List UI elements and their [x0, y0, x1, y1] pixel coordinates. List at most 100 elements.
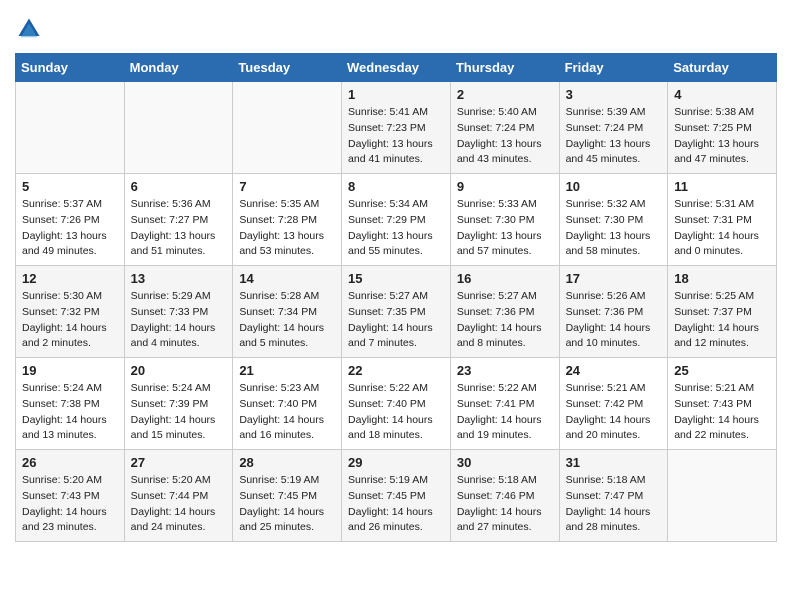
sunset-text: Sunset: 7:43 PM — [674, 398, 752, 410]
day-info: Sunrise: 5:38 AM Sunset: 7:25 PM Dayligh… — [674, 105, 770, 168]
day-number: 3 — [566, 87, 662, 102]
day-number: 13 — [131, 271, 227, 286]
sunset-text: Sunset: 7:42 PM — [566, 398, 644, 410]
day-info: Sunrise: 5:22 AM Sunset: 7:41 PM Dayligh… — [457, 381, 553, 444]
day-number: 26 — [22, 455, 118, 470]
sunset-text: Sunset: 7:35 PM — [348, 306, 426, 318]
day-info: Sunrise: 5:34 AM Sunset: 7:29 PM Dayligh… — [348, 197, 444, 260]
daylight-text: Daylight: 14 hours and 25 minutes. — [239, 506, 324, 534]
sunset-text: Sunset: 7:24 PM — [566, 122, 644, 134]
calendar-header-row: SundayMondayTuesdayWednesdayThursdayFrid… — [16, 54, 777, 82]
calendar-day-header: Sunday — [16, 54, 125, 82]
day-info: Sunrise: 5:26 AM Sunset: 7:36 PM Dayligh… — [566, 289, 662, 352]
calendar-week-row: 1 Sunrise: 5:41 AM Sunset: 7:23 PM Dayli… — [16, 82, 777, 174]
calendar-cell — [668, 450, 777, 542]
daylight-text: Daylight: 14 hours and 4 minutes. — [131, 322, 216, 350]
sunrise-text: Sunrise: 5:21 AM — [566, 382, 646, 394]
calendar-cell: 18 Sunrise: 5:25 AM Sunset: 7:37 PM Dayl… — [668, 266, 777, 358]
sunrise-text: Sunrise: 5:19 AM — [348, 474, 428, 486]
sunrise-text: Sunrise: 5:29 AM — [131, 290, 211, 302]
day-number: 30 — [457, 455, 553, 470]
sunrise-text: Sunrise: 5:38 AM — [674, 106, 754, 118]
calendar-cell: 23 Sunrise: 5:22 AM Sunset: 7:41 PM Dayl… — [450, 358, 559, 450]
sunrise-text: Sunrise: 5:36 AM — [131, 198, 211, 210]
daylight-text: Daylight: 13 hours and 49 minutes. — [22, 230, 107, 258]
sunset-text: Sunset: 7:33 PM — [131, 306, 209, 318]
sunrise-text: Sunrise: 5:19 AM — [239, 474, 319, 486]
sunset-text: Sunset: 7:27 PM — [131, 214, 209, 226]
calendar-cell: 1 Sunrise: 5:41 AM Sunset: 7:23 PM Dayli… — [342, 82, 451, 174]
calendar-cell: 13 Sunrise: 5:29 AM Sunset: 7:33 PM Dayl… — [124, 266, 233, 358]
calendar-table: SundayMondayTuesdayWednesdayThursdayFrid… — [15, 53, 777, 542]
calendar-week-row: 26 Sunrise: 5:20 AM Sunset: 7:43 PM Dayl… — [16, 450, 777, 542]
calendar-cell: 26 Sunrise: 5:20 AM Sunset: 7:43 PM Dayl… — [16, 450, 125, 542]
day-number: 20 — [131, 363, 227, 378]
day-number: 15 — [348, 271, 444, 286]
daylight-text: Daylight: 13 hours and 41 minutes. — [348, 138, 433, 166]
sunset-text: Sunset: 7:30 PM — [457, 214, 535, 226]
sunrise-text: Sunrise: 5:22 AM — [348, 382, 428, 394]
daylight-text: Daylight: 14 hours and 19 minutes. — [457, 414, 542, 442]
daylight-text: Daylight: 14 hours and 20 minutes. — [566, 414, 651, 442]
day-number: 23 — [457, 363, 553, 378]
calendar-cell: 25 Sunrise: 5:21 AM Sunset: 7:43 PM Dayl… — [668, 358, 777, 450]
sunset-text: Sunset: 7:31 PM — [674, 214, 752, 226]
calendar-cell: 10 Sunrise: 5:32 AM Sunset: 7:30 PM Dayl… — [559, 174, 668, 266]
sunrise-text: Sunrise: 5:34 AM — [348, 198, 428, 210]
sunrise-text: Sunrise: 5:20 AM — [131, 474, 211, 486]
daylight-text: Daylight: 13 hours and 43 minutes. — [457, 138, 542, 166]
daylight-text: Daylight: 14 hours and 27 minutes. — [457, 506, 542, 534]
daylight-text: Daylight: 14 hours and 0 minutes. — [674, 230, 759, 258]
calendar-cell: 9 Sunrise: 5:33 AM Sunset: 7:30 PM Dayli… — [450, 174, 559, 266]
calendar-day-header: Saturday — [668, 54, 777, 82]
day-info: Sunrise: 5:27 AM Sunset: 7:35 PM Dayligh… — [348, 289, 444, 352]
daylight-text: Daylight: 14 hours and 28 minutes. — [566, 506, 651, 534]
calendar-cell: 3 Sunrise: 5:39 AM Sunset: 7:24 PM Dayli… — [559, 82, 668, 174]
sunset-text: Sunset: 7:24 PM — [457, 122, 535, 134]
sunset-text: Sunset: 7:44 PM — [131, 490, 209, 502]
day-number: 14 — [239, 271, 335, 286]
day-info: Sunrise: 5:31 AM Sunset: 7:31 PM Dayligh… — [674, 197, 770, 260]
sunrise-text: Sunrise: 5:30 AM — [22, 290, 102, 302]
calendar-week-row: 5 Sunrise: 5:37 AM Sunset: 7:26 PM Dayli… — [16, 174, 777, 266]
daylight-text: Daylight: 14 hours and 7 minutes. — [348, 322, 433, 350]
calendar-cell: 31 Sunrise: 5:18 AM Sunset: 7:47 PM Dayl… — [559, 450, 668, 542]
day-number: 25 — [674, 363, 770, 378]
day-info: Sunrise: 5:33 AM Sunset: 7:30 PM Dayligh… — [457, 197, 553, 260]
sunset-text: Sunset: 7:37 PM — [674, 306, 752, 318]
day-info: Sunrise: 5:40 AM Sunset: 7:24 PM Dayligh… — [457, 105, 553, 168]
day-number: 12 — [22, 271, 118, 286]
day-info: Sunrise: 5:20 AM Sunset: 7:43 PM Dayligh… — [22, 473, 118, 536]
calendar-cell: 4 Sunrise: 5:38 AM Sunset: 7:25 PM Dayli… — [668, 82, 777, 174]
calendar-day-header: Friday — [559, 54, 668, 82]
sunrise-text: Sunrise: 5:28 AM — [239, 290, 319, 302]
calendar-cell: 16 Sunrise: 5:27 AM Sunset: 7:36 PM Dayl… — [450, 266, 559, 358]
calendar-cell: 22 Sunrise: 5:22 AM Sunset: 7:40 PM Dayl… — [342, 358, 451, 450]
sunrise-text: Sunrise: 5:27 AM — [348, 290, 428, 302]
sunrise-text: Sunrise: 5:25 AM — [674, 290, 754, 302]
daylight-text: Daylight: 13 hours and 58 minutes. — [566, 230, 651, 258]
day-info: Sunrise: 5:24 AM Sunset: 7:39 PM Dayligh… — [131, 381, 227, 444]
day-info: Sunrise: 5:24 AM Sunset: 7:38 PM Dayligh… — [22, 381, 118, 444]
sunrise-text: Sunrise: 5:40 AM — [457, 106, 537, 118]
sunset-text: Sunset: 7:26 PM — [22, 214, 100, 226]
day-number: 29 — [348, 455, 444, 470]
sunset-text: Sunset: 7:34 PM — [239, 306, 317, 318]
daylight-text: Daylight: 13 hours and 51 minutes. — [131, 230, 216, 258]
day-info: Sunrise: 5:41 AM Sunset: 7:23 PM Dayligh… — [348, 105, 444, 168]
sunrise-text: Sunrise: 5:31 AM — [674, 198, 754, 210]
sunrise-text: Sunrise: 5:32 AM — [566, 198, 646, 210]
sunrise-text: Sunrise: 5:24 AM — [22, 382, 102, 394]
daylight-text: Daylight: 14 hours and 10 minutes. — [566, 322, 651, 350]
sunset-text: Sunset: 7:30 PM — [566, 214, 644, 226]
daylight-text: Daylight: 14 hours and 22 minutes. — [674, 414, 759, 442]
sunset-text: Sunset: 7:43 PM — [22, 490, 100, 502]
day-number: 16 — [457, 271, 553, 286]
day-number: 19 — [22, 363, 118, 378]
day-number: 10 — [566, 179, 662, 194]
calendar-week-row: 19 Sunrise: 5:24 AM Sunset: 7:38 PM Dayl… — [16, 358, 777, 450]
daylight-text: Daylight: 13 hours and 57 minutes. — [457, 230, 542, 258]
calendar-cell — [233, 82, 342, 174]
day-info: Sunrise: 5:36 AM Sunset: 7:27 PM Dayligh… — [131, 197, 227, 260]
day-info: Sunrise: 5:27 AM Sunset: 7:36 PM Dayligh… — [457, 289, 553, 352]
